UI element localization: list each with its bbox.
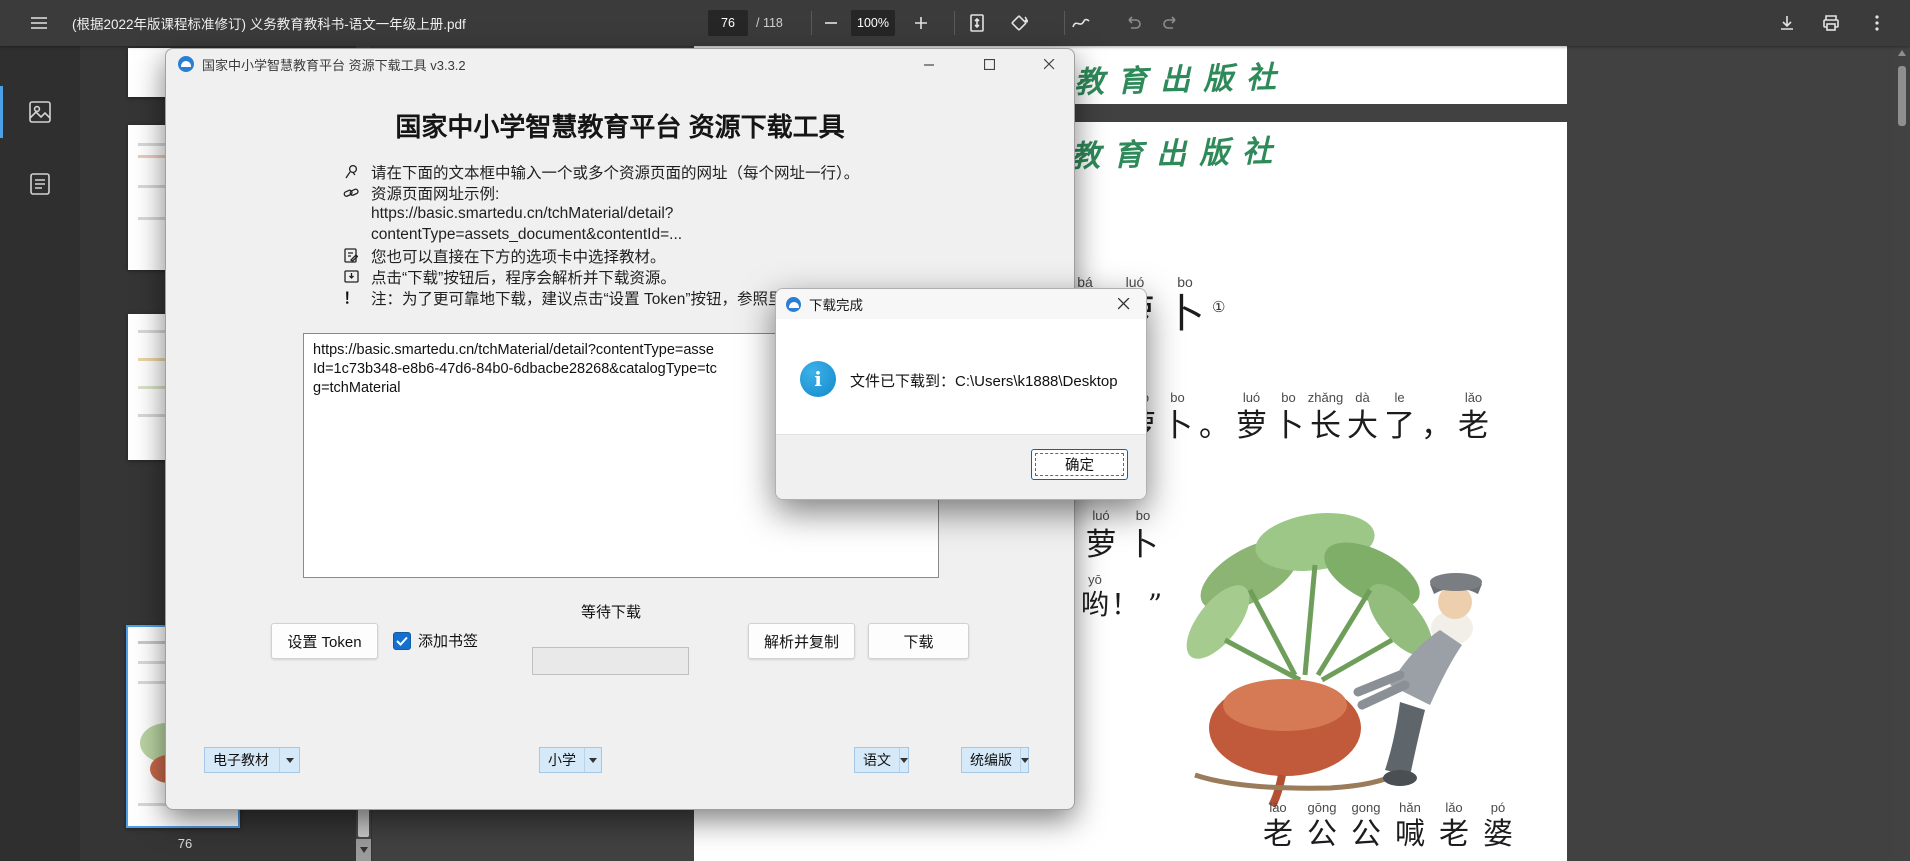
parse-copy-button[interactable]: 解析并复制 — [748, 623, 855, 659]
app-heading: 国家中小学智慧教育平台 资源下载工具 — [395, 112, 845, 142]
zoom-level[interactable]: 100% — [851, 10, 895, 36]
footnote-mark: ① — [1212, 299, 1226, 316]
pinyin-char-pair: bo 卜 — [1165, 274, 1205, 337]
instruction-line: 资源页面网址示例: — [341, 182, 499, 203]
ok-button[interactable]: 确定 — [1031, 449, 1128, 480]
progress-bar — [532, 647, 689, 675]
pinyin-char-pair: ， — [1421, 408, 1452, 444]
instruction-line: https://basic.smartedu.cn/tchMaterial/de… — [371, 204, 674, 222]
text-line-1: luó萝 bo卜 。 luó萝 bo卜 zhǎng长 dà大 le了 ， lǎo… — [1122, 390, 1492, 445]
exclamation-icon: ！ — [343, 290, 359, 307]
pinyin-char-pair: pó 婆 — [1483, 800, 1513, 852]
edition-dropdown[interactable]: 统编版 — [961, 747, 1029, 773]
app-title: 国家中小学智慧教育平台 资源下载工具 v3.3.2 — [202, 57, 466, 73]
document-scrollbar[interactable] — [1894, 46, 1910, 861]
checkbox-checked[interactable] — [393, 631, 411, 650]
dialog-titlebar[interactable]: 下载完成 — [776, 289, 1146, 319]
maximize-button[interactable] — [967, 49, 1011, 79]
viewer-sidebar — [0, 46, 80, 861]
chevron-down-icon — [584, 748, 601, 772]
pinyin-char-pair: luó萝 — [1236, 390, 1267, 444]
document-title: (根据2022年版课程标准修订) 义务教育教科书-语文一年级上册.pdf — [72, 17, 466, 32]
scrollbar-thumb[interactable] — [1898, 66, 1906, 126]
print-icon[interactable] — [1812, 7, 1850, 39]
document-outline-icon[interactable] — [0, 158, 80, 210]
pinyin-char-pair: lǎo 老 — [1458, 390, 1489, 444]
material-type-dropdown[interactable]: 电子教材 — [204, 747, 300, 773]
chevron-down-icon — [899, 748, 908, 772]
download-icon[interactable] — [1768, 7, 1806, 39]
book-download-icon — [341, 269, 361, 284]
info-icon: i — [800, 361, 836, 397]
screen: 人民教育出版社 人民教育出版社 bá拔 luó萝 bo卜 ① luó萝 bo卜 … — [0, 0, 1910, 861]
pinyin-char-pair: lǎo 老 — [1439, 800, 1469, 852]
zoom-out-icon[interactable] — [812, 7, 850, 39]
undo-icon[interactable] — [1114, 7, 1152, 39]
app-logo-icon — [178, 56, 194, 72]
pinyin-char-pair: 。 — [1199, 408, 1230, 444]
focus-outline — [1035, 453, 1124, 476]
pinyin-char-pair: dà 大 — [1347, 390, 1378, 444]
instruction-line: 您也可以直接在下方的选项卡中选择教材。 — [341, 245, 666, 266]
page-number-input[interactable]: 76 — [708, 10, 748, 36]
menu-icon[interactable] — [20, 7, 58, 39]
download-button[interactable]: 下载 — [868, 623, 969, 659]
zoom-in-icon[interactable] — [902, 7, 940, 39]
thumbnails-view-icon[interactable] — [0, 86, 80, 138]
radish-illustration — [1186, 513, 1482, 808]
dialog-message: 文件已下载到：C:\Users\k1888\Desktop — [850, 373, 1118, 390]
chevron-down-icon — [279, 748, 299, 772]
pinyin-char-pair: le 了 — [1384, 390, 1415, 444]
set-token-button[interactable]: 设置 Token — [271, 623, 378, 659]
instruction-line: contentType=assets_document&contentId=..… — [371, 225, 683, 243]
pinyin-char-pair: gōng 公 — [1307, 800, 1337, 852]
pdf-toolbar: (根据2022年版课程标准修订) 义务教育教科书-语文一年级上册.pdf 76 … — [0, 0, 1910, 46]
scroll-up-arrow[interactable] — [1898, 50, 1906, 56]
fit-to-page-icon[interactable] — [958, 7, 996, 39]
more-options-icon[interactable] — [1858, 7, 1896, 39]
checkbox-label: 添加书签 — [418, 633, 479, 650]
subject-dropdown[interactable]: 语文 — [854, 747, 909, 773]
pinyin-char-pair: hǎn 喊 — [1395, 800, 1425, 852]
pinyin-char-pair: zhǎng 长 — [1307, 390, 1344, 444]
toolbar-divider — [954, 11, 955, 35]
download-complete-dialog: 下载完成 i 文件已下载到：C:\Users\k1888\Desktop 确定 — [775, 288, 1147, 500]
pinyin-char-pair: bo 卜 — [1273, 390, 1304, 444]
school-level-dropdown[interactable]: 小学 — [539, 747, 602, 773]
instruction-line: 点击“下载”按钮后，程序会解析并下载资源。 — [341, 266, 676, 287]
chevron-down-icon — [1020, 748, 1029, 772]
instruction-line: ！ 注：为了更可靠地下载，建议点击“设置 Token”按钮，参照里 — [341, 287, 783, 308]
dialog-footer: 确定 — [776, 434, 1146, 499]
scroll-down-arrow[interactable] — [356, 839, 371, 861]
dialog-title: 下载完成 — [809, 298, 863, 313]
link-icon — [341, 186, 361, 200]
app-logo-icon — [786, 296, 801, 312]
text-line-4: lǎo 老 gōng 公 gong 公 hǎn 喊 lǎo 老 pó 婆 — [1256, 800, 1520, 853]
pin-icon — [341, 164, 361, 179]
rotate-icon[interactable] — [1000, 7, 1038, 39]
page-total: / 118 — [756, 16, 783, 30]
draw-icon[interactable] — [1062, 7, 1100, 39]
pinyin-char-pair: lǎo 老 — [1263, 800, 1293, 852]
pinyin-char-pair: gong 公 — [1351, 800, 1381, 852]
minimize-button[interactable] — [907, 49, 951, 79]
close-button[interactable] — [1027, 49, 1071, 79]
dialog-close-icon[interactable] — [1102, 289, 1146, 319]
redo-icon[interactable] — [1152, 7, 1190, 39]
pinyin-char-pair: bo 卜 — [1162, 390, 1193, 444]
add-bookmark-checkbox[interactable]: 添加书签 — [393, 630, 478, 651]
status-label: 等待下载 — [580, 604, 641, 621]
document-edit-icon — [341, 248, 361, 263]
instruction-line: 请在下面的文本框中输入一个或多个资源页面的网址（每个网址一行）。 — [341, 161, 859, 182]
thumbnail-page-label: 76 — [177, 836, 193, 851]
